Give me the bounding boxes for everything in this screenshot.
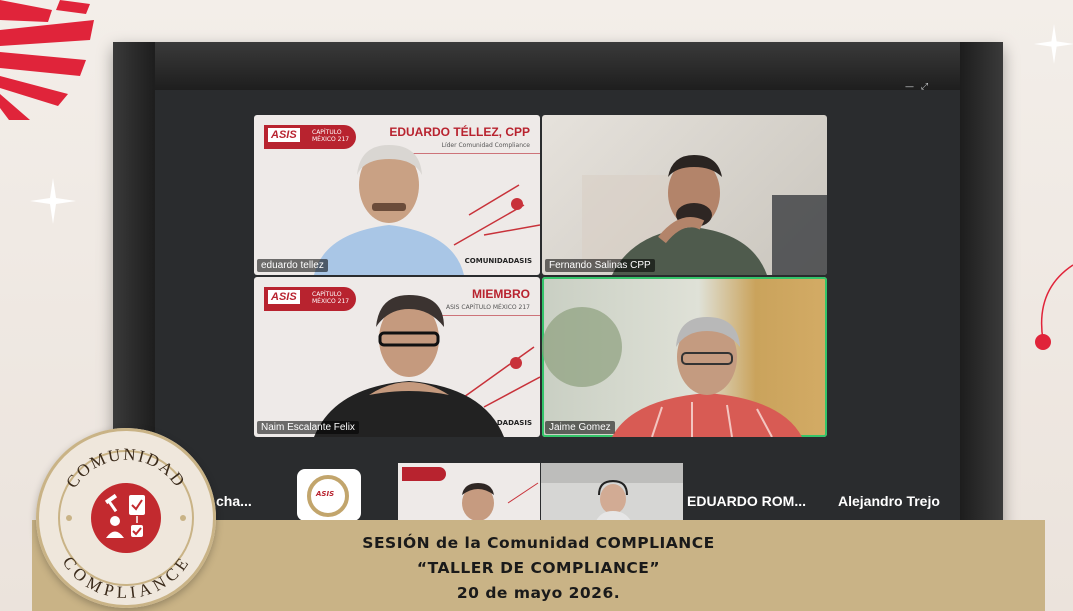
video-tile-jaime-active[interactable]: Jaime Gomez xyxy=(542,277,827,437)
seal-bottom-text: COMPLIANCE xyxy=(59,553,191,602)
strip-logo-tile[interactable]: ASIS xyxy=(297,469,361,521)
video-tile-eduardo[interactable]: ASIS CAPÍTULO MÉXICO 217 EDUARDO TÉLLEZ,… xyxy=(254,115,540,275)
window-controls[interactable]: — ⤢ xyxy=(905,82,930,92)
seal-center xyxy=(91,483,161,553)
participant-video xyxy=(314,295,540,437)
participant-name: eduardo tellez xyxy=(257,259,328,272)
strip-video-tile[interactable] xyxy=(541,463,683,521)
strip-participant-label: cha... xyxy=(216,493,252,509)
video-tile-naim[interactable]: ASIS CAPÍTULO MÉXICO 217 MIEMBRO ASIS CA… xyxy=(254,277,540,437)
asis-seal-icon: ASIS xyxy=(307,475,349,517)
participant-video xyxy=(314,145,540,275)
strip-participant-label: EDUARDO ROM... xyxy=(687,493,806,509)
participant-video xyxy=(541,463,683,521)
participant-video xyxy=(462,482,539,521)
sparkle-icon xyxy=(30,178,76,224)
strip-video-tile[interactable] xyxy=(398,463,540,521)
participant-name: Jaime Gomez xyxy=(545,421,615,434)
svg-text:COMPLIANCE: COMPLIANCE xyxy=(59,553,193,602)
sparkle-icon xyxy=(1034,24,1073,64)
compliance-icon xyxy=(104,493,145,538)
comunidad-compliance-seal: COMUNIDAD COMPLIANCE xyxy=(36,428,216,608)
strip-participant-label: Alejandro Trejo xyxy=(838,493,940,509)
monitor-bezel-top xyxy=(113,42,1003,90)
banner-footer: DADASIS xyxy=(496,419,532,427)
video-tile-fernando[interactable]: Fernando Salinas CPP xyxy=(542,115,827,275)
monitor-bezel-right xyxy=(960,42,1003,587)
participant-video xyxy=(542,307,802,437)
participant-name: Fernando Salinas CPP xyxy=(545,259,655,272)
red-burst-decoration xyxy=(0,0,94,120)
banner-footer: COMUNIDADASIS xyxy=(464,257,532,265)
participant-video xyxy=(582,155,827,275)
participant-name: Naim Escalante Felix xyxy=(257,421,359,434)
red-arc-decoration xyxy=(1035,264,1073,350)
